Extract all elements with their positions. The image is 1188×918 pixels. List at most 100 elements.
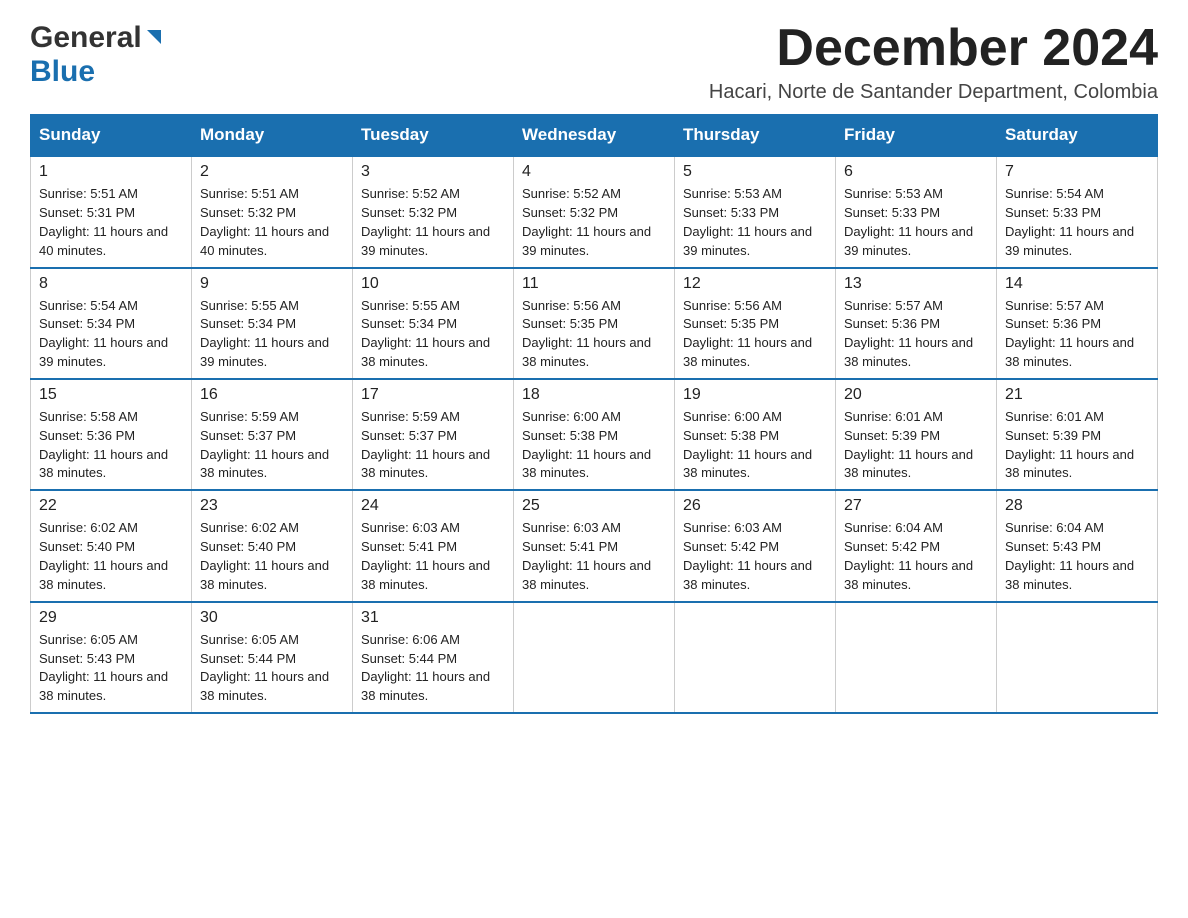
- day-number: 16: [200, 386, 344, 404]
- day-number: 12: [683, 275, 827, 293]
- day-info: Sunrise: 6:04 AMSunset: 5:42 PMDaylight:…: [844, 519, 988, 594]
- day-cell: 28 Sunrise: 6:04 AMSunset: 5:43 PMDayligh…: [997, 490, 1158, 601]
- day-number: 8: [39, 275, 183, 293]
- day-info: Sunrise: 6:00 AMSunset: 5:38 PMDaylight:…: [683, 408, 827, 483]
- month-title: December 2024: [709, 20, 1158, 77]
- week-row-3: 15Sunrise: 5:58 AMSunset: 5:36 PMDayligh…: [31, 379, 1158, 490]
- logo-blue-text: Blue: [30, 55, 163, 88]
- day-info: Sunrise: 6:01 AMSunset: 5:39 PMDaylight:…: [1005, 408, 1149, 483]
- weekday-header-tuesday: Tuesday: [353, 115, 514, 157]
- day-info: Sunrise: 6:02 AMSunset: 5:40 PMDaylight:…: [39, 519, 183, 594]
- day-number: 2: [200, 163, 344, 181]
- day-info: Sunrise: 5:53 AMSunset: 5:33 PMDaylight:…: [844, 185, 988, 260]
- day-cell: 23Sunrise: 6:02 AMSunset: 5:40 PMDayligh…: [192, 490, 353, 601]
- weekday-header-friday: Friday: [836, 115, 997, 157]
- day-cell: 7 Sunrise: 5:54 AMSunset: 5:33 PMDaylight…: [997, 156, 1158, 267]
- day-cell: 11Sunrise: 5:56 AMSunset: 5:35 PMDayligh…: [514, 268, 675, 379]
- day-cell: 24 Sunrise: 6:03 AMSunset: 5:41 PMDayligh…: [353, 490, 514, 601]
- day-number: 10: [361, 275, 505, 293]
- day-info: Sunrise: 5:52 AMSunset: 5:32 PMDaylight:…: [361, 185, 505, 260]
- day-info: Sunrise: 6:05 AMSunset: 5:44 PMDaylight:…: [200, 631, 344, 706]
- day-cell: 2 Sunrise: 5:51 AMSunset: 5:32 PMDaylight…: [192, 156, 353, 267]
- day-number: 20: [844, 386, 988, 404]
- day-info: Sunrise: 6:03 AMSunset: 5:41 PMDaylight:…: [522, 519, 666, 594]
- day-cell: [997, 602, 1158, 713]
- day-number: 4: [522, 163, 666, 181]
- week-row-2: 8 Sunrise: 5:54 AMSunset: 5:34 PMDaylight…: [31, 268, 1158, 379]
- header: General Blue December 2024 Hacari, Norte…: [30, 20, 1158, 104]
- weekday-header-sunday: Sunday: [31, 115, 192, 157]
- day-cell: 3Sunrise: 5:52 AMSunset: 5:32 PMDaylight…: [353, 156, 514, 267]
- day-cell: 26 Sunrise: 6:03 AMSunset: 5:42 PMDayligh…: [675, 490, 836, 601]
- day-number: 22: [39, 497, 183, 515]
- day-cell: 6 Sunrise: 5:53 AMSunset: 5:33 PMDaylight…: [836, 156, 997, 267]
- day-cell: 4Sunrise: 5:52 AMSunset: 5:32 PMDaylight…: [514, 156, 675, 267]
- day-number: 14: [1005, 275, 1149, 293]
- day-number: 29: [39, 609, 183, 627]
- day-number: 26: [683, 497, 827, 515]
- day-cell: 19 Sunrise: 6:00 AMSunset: 5:38 PMDayligh…: [675, 379, 836, 490]
- day-number: 15: [39, 386, 183, 404]
- day-number: 7: [1005, 163, 1149, 181]
- day-info: Sunrise: 6:06 AMSunset: 5:44 PMDaylight:…: [361, 631, 505, 706]
- location-title: Hacari, Norte de Santander Department, C…: [709, 81, 1158, 104]
- day-info: Sunrise: 5:55 AMSunset: 5:34 PMDaylight:…: [200, 297, 344, 372]
- day-info: Sunrise: 6:04 AMSunset: 5:43 PMDaylight:…: [1005, 519, 1149, 594]
- day-number: 21: [1005, 386, 1149, 404]
- logo-general-text: General: [30, 21, 142, 54]
- day-info: Sunrise: 5:57 AMSunset: 5:36 PMDaylight:…: [1005, 297, 1149, 372]
- day-info: Sunrise: 5:51 AMSunset: 5:31 PMDaylight:…: [39, 185, 183, 260]
- day-number: 1: [39, 163, 183, 181]
- day-info: Sunrise: 6:03 AMSunset: 5:41 PMDaylight:…: [361, 519, 505, 594]
- day-cell: 15Sunrise: 5:58 AMSunset: 5:36 PMDayligh…: [31, 379, 192, 490]
- day-info: Sunrise: 5:54 AMSunset: 5:34 PMDaylight:…: [39, 297, 183, 372]
- day-number: 9: [200, 275, 344, 293]
- day-cell: [514, 602, 675, 713]
- day-number: 28: [1005, 497, 1149, 515]
- logo-triangle-icon: [145, 20, 163, 53]
- day-cell: 14 Sunrise: 5:57 AMSunset: 5:36 PMDayligh…: [997, 268, 1158, 379]
- day-cell: 1 Sunrise: 5:51 AMSunset: 5:31 PMDaylight…: [31, 156, 192, 267]
- day-info: Sunrise: 5:54 AMSunset: 5:33 PMDaylight:…: [1005, 185, 1149, 260]
- calendar: SundayMondayTuesdayWednesdayThursdayFrid…: [30, 114, 1158, 714]
- day-number: 23: [200, 497, 344, 515]
- title-block: December 2024 Hacari, Norte de Santander…: [709, 20, 1158, 104]
- day-number: 27: [844, 497, 988, 515]
- day-number: 31: [361, 609, 505, 627]
- weekday-header-monday: Monday: [192, 115, 353, 157]
- day-number: 17: [361, 386, 505, 404]
- day-cell: 27 Sunrise: 6:04 AMSunset: 5:42 PMDayligh…: [836, 490, 997, 601]
- day-cell: 10 Sunrise: 5:55 AMSunset: 5:34 PMDayligh…: [353, 268, 514, 379]
- day-cell: 16 Sunrise: 5:59 AMSunset: 5:37 PMDayligh…: [192, 379, 353, 490]
- day-info: Sunrise: 5:53 AMSunset: 5:33 PMDaylight:…: [683, 185, 827, 260]
- day-info: Sunrise: 5:59 AMSunset: 5:37 PMDaylight:…: [200, 408, 344, 483]
- week-row-4: 22 Sunrise: 6:02 AMSunset: 5:40 PMDayligh…: [31, 490, 1158, 601]
- day-info: Sunrise: 5:55 AMSunset: 5:34 PMDaylight:…: [361, 297, 505, 372]
- weekday-header-thursday: Thursday: [675, 115, 836, 157]
- day-number: 19: [683, 386, 827, 404]
- day-number: 30: [200, 609, 344, 627]
- day-number: 24: [361, 497, 505, 515]
- day-cell: 8 Sunrise: 5:54 AMSunset: 5:34 PMDaylight…: [31, 268, 192, 379]
- logo-line1: General: [30, 20, 163, 55]
- day-info: Sunrise: 5:51 AMSunset: 5:32 PMDaylight:…: [200, 185, 344, 260]
- day-cell: 13Sunrise: 5:57 AMSunset: 5:36 PMDayligh…: [836, 268, 997, 379]
- day-cell: 5Sunrise: 5:53 AMSunset: 5:33 PMDaylight…: [675, 156, 836, 267]
- day-info: Sunrise: 6:05 AMSunset: 5:43 PMDaylight:…: [39, 631, 183, 706]
- day-number: 6: [844, 163, 988, 181]
- week-row-5: 29 Sunrise: 6:05 AMSunset: 5:43 PMDayligh…: [31, 602, 1158, 713]
- day-cell: 20 Sunrise: 6:01 AMSunset: 5:39 PMDayligh…: [836, 379, 997, 490]
- day-info: Sunrise: 6:00 AMSunset: 5:38 PMDaylight:…: [522, 408, 666, 483]
- day-number: 18: [522, 386, 666, 404]
- day-info: Sunrise: 5:57 AMSunset: 5:36 PMDaylight:…: [844, 297, 988, 372]
- day-cell: 22 Sunrise: 6:02 AMSunset: 5:40 PMDayligh…: [31, 490, 192, 601]
- weekday-header-row: SundayMondayTuesdayWednesdayThursdayFrid…: [31, 115, 1158, 157]
- day-info: Sunrise: 6:03 AMSunset: 5:42 PMDaylight:…: [683, 519, 827, 594]
- logo: General Blue: [30, 20, 163, 88]
- day-info: Sunrise: 6:01 AMSunset: 5:39 PMDaylight:…: [844, 408, 988, 483]
- day-cell: [675, 602, 836, 713]
- day-cell: 31 Sunrise: 6:06 AMSunset: 5:44 PMDayligh…: [353, 602, 514, 713]
- day-cell: 21 Sunrise: 6:01 AMSunset: 5:39 PMDayligh…: [997, 379, 1158, 490]
- week-row-1: 1 Sunrise: 5:51 AMSunset: 5:31 PMDaylight…: [31, 156, 1158, 267]
- day-cell: 17Sunrise: 5:59 AMSunset: 5:37 PMDayligh…: [353, 379, 514, 490]
